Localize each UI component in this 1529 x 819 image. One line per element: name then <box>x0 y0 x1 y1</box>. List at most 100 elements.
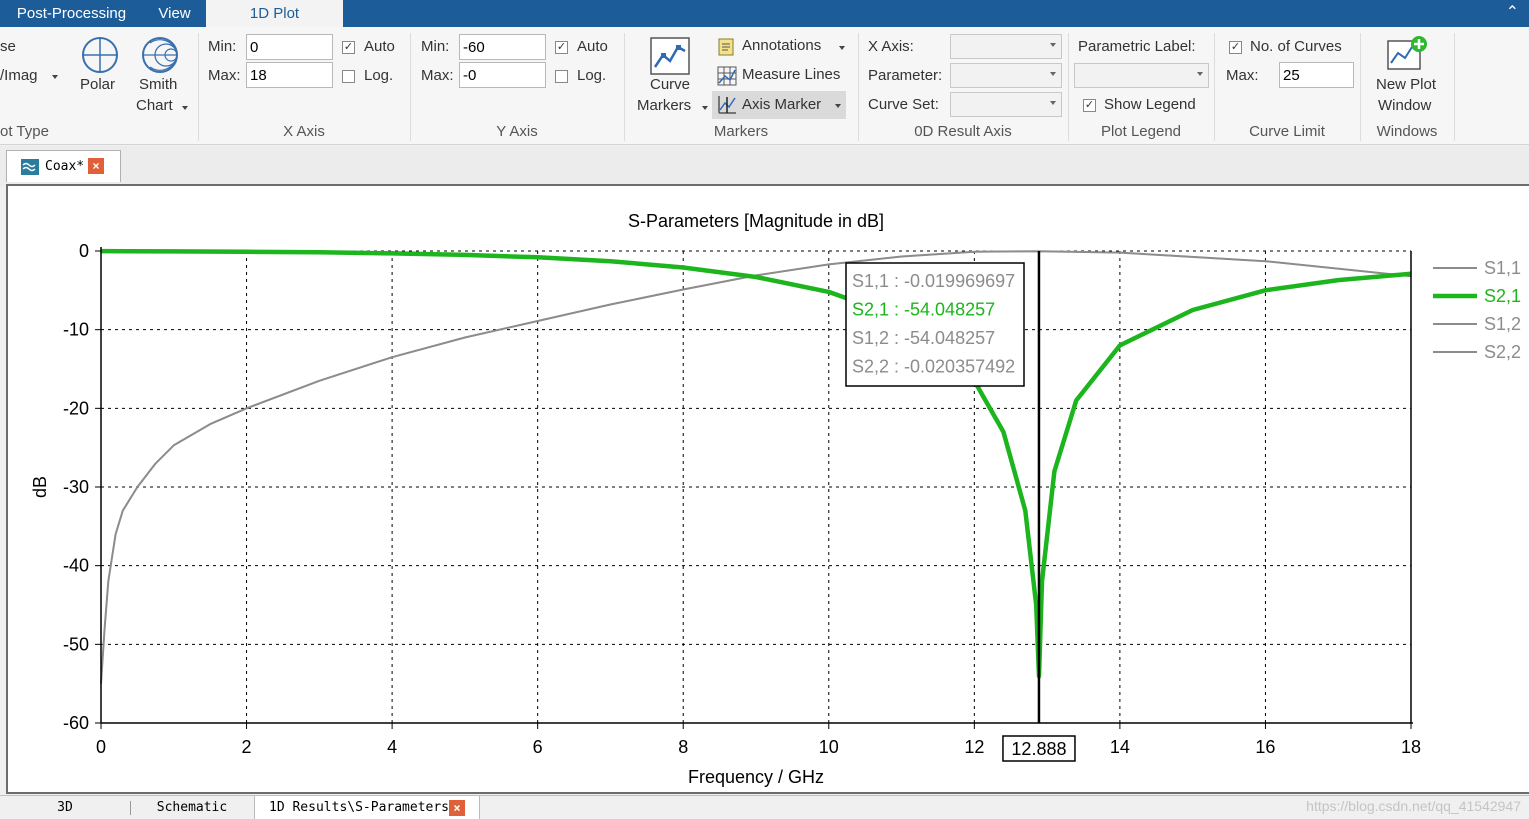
tab-post-processing[interactable]: Post-Processing <box>0 0 143 27</box>
y-tick-label: -50 <box>63 634 89 654</box>
polar-icon <box>82 37 118 73</box>
no-of-curves-checkbox[interactable]: ✓ <box>1229 41 1242 54</box>
tab-1d-results-s-parameters[interactable]: 1D Results\S-Parameters × <box>254 796 480 819</box>
y-auto-checkbox[interactable]: ✓ <box>555 41 568 54</box>
new-plot-label-1: New Plot <box>1376 76 1437 93</box>
series-line-S21 <box>100 248 1412 679</box>
curve-set-combo[interactable] <box>950 92 1062 117</box>
axis-marker-button[interactable]: Axis Marker <box>712 91 846 119</box>
real-imag-item-partial[interactable]: /Imag <box>0 67 38 84</box>
legend-label-S12: S1,2 <box>1484 314 1521 334</box>
polar-label: Polar <box>80 76 116 93</box>
smith-chart-label-2: Chart <box>136 97 173 114</box>
group-divider <box>1214 33 1215 141</box>
x-axis-combo[interactable] <box>950 34 1062 59</box>
x-axis-combo-label: X Axis: <box>868 38 914 55</box>
curve-limit-max-label: Max: <box>1226 67 1259 84</box>
parameter-combo[interactable] <box>950 63 1062 88</box>
show-legend-checkbox[interactable]: ✓ <box>1083 99 1096 112</box>
smith-chart-label-1: Smith <box>139 76 178 93</box>
close-icon[interactable]: × <box>88 158 104 174</box>
polar-button[interactable]: Polar <box>74 33 126 103</box>
smith-chart-icon <box>142 37 178 73</box>
x-max-input[interactable] <box>246 62 333 88</box>
y-max-input[interactable] <box>459 62 546 88</box>
tab-1d-plot[interactable]: 1D Plot <box>206 0 343 27</box>
chart-axes: 0 2 4 6 8 10 12 14 16 18 0 -10 -20 -30 -40 -50 -60 <box>63 241 1421 757</box>
x-axis-label: Frequency / GHz <box>688 767 824 787</box>
y-min-label: Min: <box>421 38 450 55</box>
readout-line: S1,1 : -0.019969697 <box>852 271 1015 291</box>
x-auto-label: Auto <box>364 38 395 55</box>
tab-1d-results-label: 1D Results\S-Parameters <box>269 800 450 815</box>
axis-marker-label: Axis Marker <box>742 96 822 113</box>
parametric-label-text: Parametric Label: <box>1078 38 1196 55</box>
chevron-down-icon <box>182 106 188 110</box>
y-min-input[interactable] <box>459 34 546 60</box>
curve-markers-label-1: Curve <box>650 76 691 93</box>
y-axis-label: dB <box>30 476 50 498</box>
x-min-input[interactable] <box>246 34 333 60</box>
measure-lines-button[interactable]: Measure Lines <box>714 63 850 89</box>
markers-group-label: Markers <box>713 123 769 140</box>
annotations-button[interactable]: Annotations <box>714 34 850 60</box>
x-tick-label: 4 <box>387 737 397 757</box>
parameter-combo-label: Parameter: <box>868 67 943 84</box>
new-plot-window-button[interactable]: New Plot Window <box>1368 33 1448 117</box>
tab-view[interactable]: View <box>143 0 206 27</box>
x-tick-label: 2 <box>242 737 252 757</box>
chevron-down-icon <box>835 104 841 108</box>
parametric-label-combo[interactable] <box>1074 63 1209 88</box>
x-min-label: Min: <box>208 38 237 55</box>
curve-set-combo-label: Curve Set: <box>868 96 939 113</box>
x-axis-group-label: X Axis <box>283 123 325 140</box>
x-log-checkbox[interactable] <box>342 70 355 83</box>
plot-view[interactable]: S-Parameters [Magnitude in dB] 0 2 4 6 8 10 12… <box>6 184 1529 794</box>
x-auto-checkbox[interactable]: ✓ <box>342 41 355 54</box>
curve-limit-max-input[interactable] <box>1279 62 1354 88</box>
smith-chart-button[interactable]: Smith Chart <box>134 33 196 123</box>
plot-type-group-label: ot Type <box>0 123 49 140</box>
chevron-down-icon <box>702 106 708 110</box>
document-tab-coax[interactable]: Coax* × <box>6 150 121 182</box>
group-divider <box>410 33 411 141</box>
series-line-S11 <box>100 250 1412 684</box>
y-tick-label: -60 <box>63 713 89 733</box>
y-log-checkbox[interactable] <box>555 70 568 83</box>
close-icon[interactable]: × <box>449 800 465 816</box>
x-max-label: Max: <box>208 67 241 84</box>
curve-limit-group-label: Curve Limit <box>1249 123 1325 140</box>
readout-line: S2,1 : -54.048257 <box>852 300 995 320</box>
group-divider <box>858 33 859 141</box>
tab-schematic[interactable]: Schematic <box>131 796 253 819</box>
chevron-down-icon <box>52 75 58 79</box>
collapse-ribbon-icon[interactable]: ⌃ <box>1506 2 1519 22</box>
s-parameter-chart[interactable]: S-Parameters [Magnitude in dB] 0 2 4 6 8 10 12… <box>8 186 1529 792</box>
group-divider <box>1360 33 1361 141</box>
y-max-label: Max: <box>421 67 454 84</box>
chevron-down-icon <box>1050 72 1056 76</box>
legend-label-S21: S2,1 <box>1484 286 1521 306</box>
app-window: Post-Processing View 1D Plot ⌃ se /Imag … <box>0 0 1529 819</box>
show-legend-label: Show Legend <box>1104 96 1196 113</box>
new-plot-window-icon <box>1387 36 1427 70</box>
curve-markers-label-2: Markers <box>637 97 692 114</box>
windows-group-label: Windows <box>1376 123 1438 140</box>
y-axis-group-label: Y Axis <box>496 123 538 140</box>
curve-markers-button[interactable]: Curve Markers <box>632 33 710 123</box>
axis-marker-icon <box>718 96 736 114</box>
x-tick-label: 0 <box>96 737 106 757</box>
axis-marker[interactable]: 12.888 S1,1 : -0.019969697 S2,1 : -54.0482… <box>845 251 1076 762</box>
plot-legend-group-label: Plot Legend <box>1100 123 1182 140</box>
tab-3d[interactable]: 3D <box>0 796 130 819</box>
measure-lines-icon <box>717 66 737 86</box>
no-of-curves-label: No. of Curves <box>1250 38 1342 55</box>
x-tick-label: 8 <box>678 737 688 757</box>
axis-marker-value: 12.888 <box>1011 739 1066 759</box>
plot-type-item-partial[interactable]: se <box>0 38 16 55</box>
x-tick-label: 6 <box>533 737 543 757</box>
annotations-label: Annotations <box>742 37 822 54</box>
chart-legend: S1,1 S2,1 S1,2 S2,2 <box>1433 258 1521 362</box>
x-tick-label: 12 <box>964 737 984 757</box>
annotations-icon <box>718 38 734 56</box>
